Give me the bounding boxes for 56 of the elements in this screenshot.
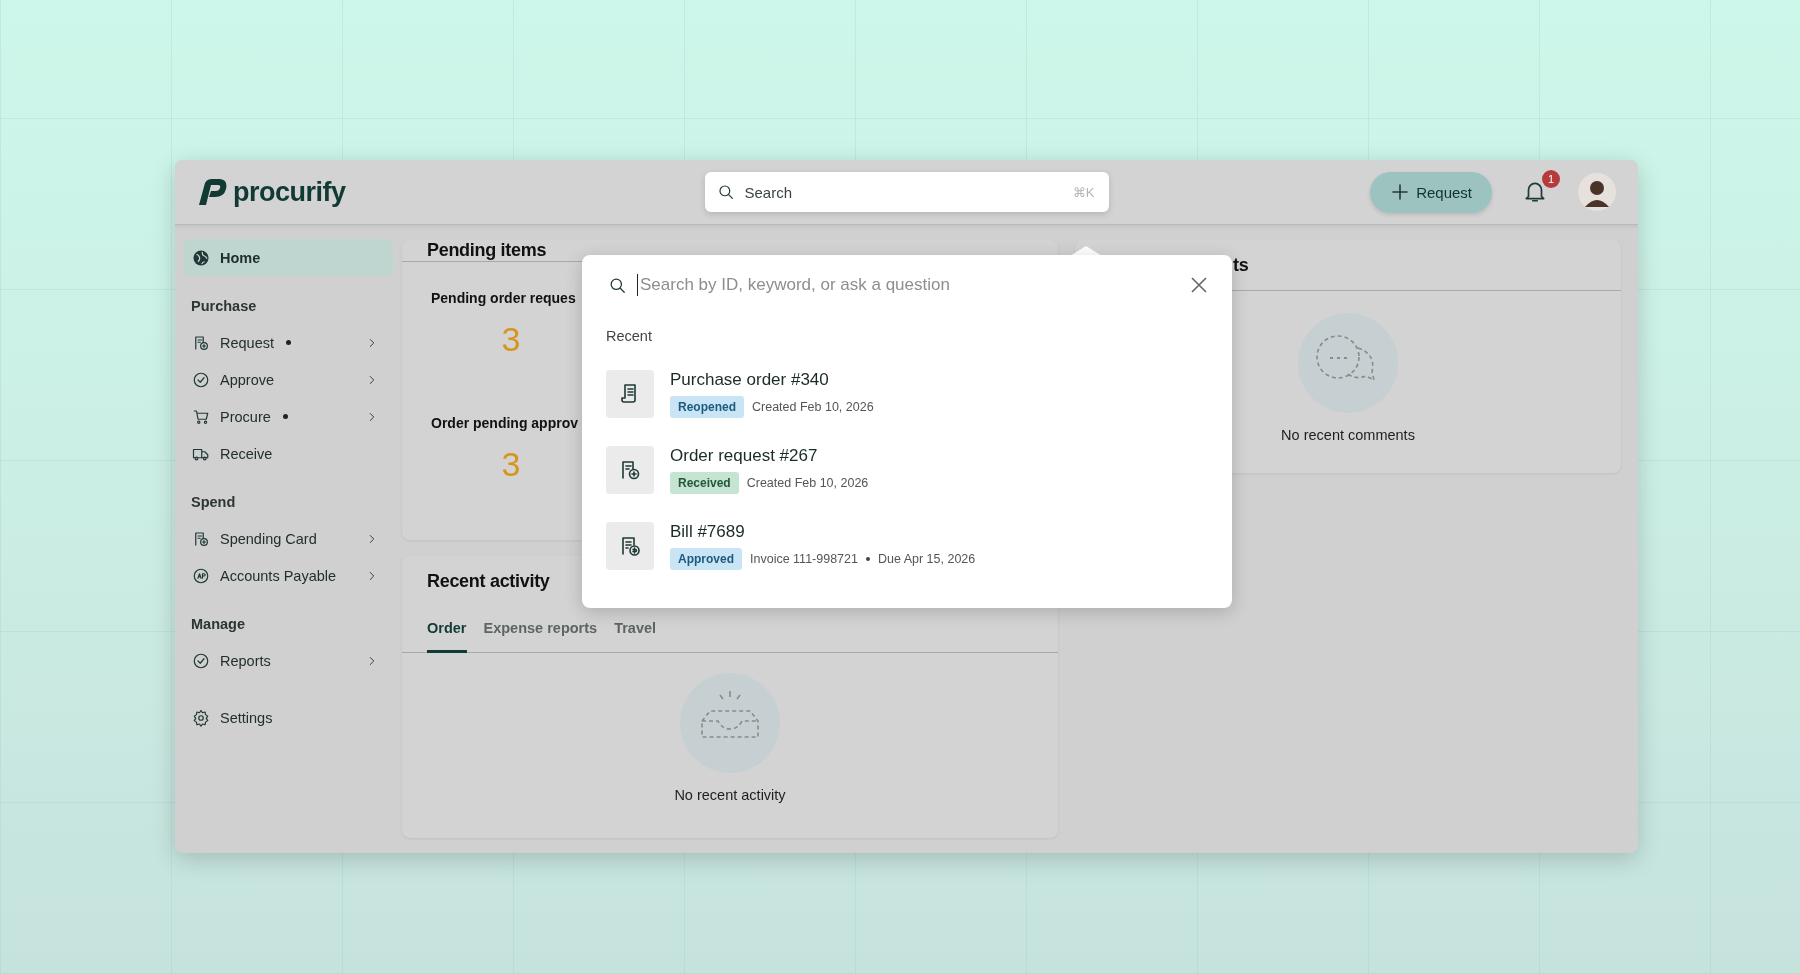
- ap-circle-icon: [192, 566, 210, 585]
- logo-text: procurify: [233, 176, 346, 208]
- nav-item[interactable]: Receive: [184, 435, 393, 472]
- nav-item[interactable]: Procure: [184, 398, 393, 435]
- result-meta: Invoice 111-998721: [750, 552, 858, 566]
- section-title: Manage: [190, 616, 246, 632]
- empty-comments-icon: [1298, 313, 1398, 413]
- card-title: Pending items: [427, 240, 547, 261]
- plus-icon: [1392, 184, 1409, 200]
- nav-item[interactable]: Home: [184, 239, 393, 276]
- result-title[interactable]: Bill #7689: [670, 522, 976, 542]
- section-title: Spend: [190, 494, 237, 510]
- tab[interactable]: Expense reports: [483, 620, 598, 653]
- separator-dot: [865, 557, 870, 561]
- status-tag: Approved: [670, 548, 742, 570]
- search-field[interactable]: Search ⌘K: [704, 172, 1109, 212]
- logo-icon: [197, 177, 229, 207]
- result-meta: Created Feb 10, 2026: [752, 400, 874, 414]
- check-circle-icon: [192, 370, 210, 389]
- check-circle-icon: [192, 651, 210, 670]
- request-button[interactable]: Request: [1370, 171, 1492, 213]
- result-meta: Created Feb 10, 2026: [746, 476, 869, 490]
- document-plus-icon: [192, 529, 210, 548]
- result-title[interactable]: Purchase order #340: [670, 370, 874, 390]
- status-tag: Received: [670, 472, 739, 494]
- settings-icon: [192, 708, 210, 727]
- metric-label: Pending order reques: [431, 290, 576, 306]
- nav-item[interactable]: Approve: [184, 361, 393, 398]
- document-plus-icon: [192, 333, 210, 352]
- search-icon: [716, 183, 735, 201]
- status-tag: Reopened: [670, 396, 744, 418]
- empty-message: No recent comments: [1281, 427, 1415, 443]
- empty-message: No recent activity: [674, 787, 786, 803]
- result-title[interactable]: Order request #267: [670, 446, 869, 466]
- metric-label: Order pending approv: [431, 415, 578, 431]
- avatar[interactable]: [1578, 173, 1616, 211]
- card-title: ts: [1233, 254, 1249, 276]
- tab[interactable]: Travel: [614, 620, 657, 653]
- nav-item[interactable]: Settings: [184, 699, 393, 736]
- section-title: Purchase: [190, 298, 258, 314]
- notification-badge: 1: [1542, 170, 1560, 188]
- empty-tray-icon: [680, 673, 780, 773]
- metric-value: 3: [501, 445, 521, 484]
- shortcut-hint: ⌘K: [1072, 184, 1095, 200]
- search-input[interactable]: Search by ID, keyword, or ask a question: [637, 274, 1178, 296]
- card-title: Recent activity: [427, 570, 550, 592]
- nav-item[interactable]: Request: [184, 324, 393, 361]
- section-label: Recent: [606, 328, 653, 344]
- tab[interactable]: Order: [427, 620, 467, 653]
- nav-item[interactable]: Reports: [184, 642, 393, 679]
- nav-item[interactable]: Accounts Payable: [184, 557, 393, 594]
- nav-item[interactable]: Spending Card: [184, 520, 393, 557]
- result-meta: Due Apr 15, 2026: [877, 552, 976, 566]
- globe-icon: [192, 248, 210, 267]
- cart-icon: [192, 407, 210, 426]
- metric-value: 3: [501, 320, 521, 359]
